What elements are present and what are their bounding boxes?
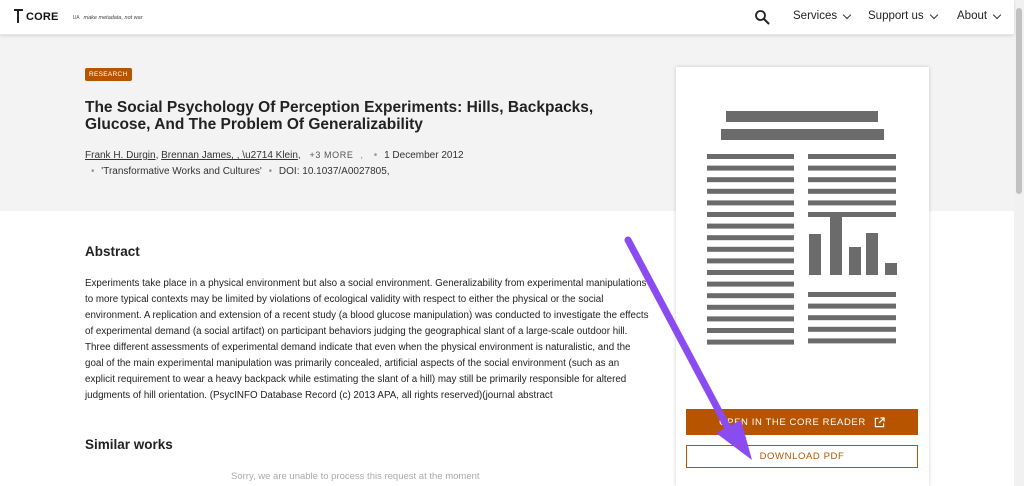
chevron-down-icon: [929, 10, 938, 19]
logo-sub: UA: [72, 15, 80, 21]
nav-about-label: About: [957, 10, 988, 22]
preview-line: [808, 338, 896, 344]
article-title: The Social Psychology Of Perception Expe…: [85, 99, 594, 133]
download-pdf-label: DOWNLOAD PDF: [759, 451, 845, 462]
preview-line: [808, 177, 896, 183]
preview-line: [707, 316, 794, 322]
document-preview-icon: [707, 111, 897, 345]
publication-date: 1 December 2012: [384, 150, 464, 161]
preview-line: [707, 188, 794, 194]
preview-line: [707, 177, 794, 183]
external-link-icon: [874, 416, 885, 427]
separator-dot: •: [373, 150, 378, 161]
more-authors-button[interactable]: +3 MORE: [309, 150, 353, 160]
logo-text: CORE: [26, 10, 59, 23]
chevron-down-icon: [992, 10, 1002, 19]
separator-dot: •: [268, 166, 273, 177]
preview-line: [808, 303, 896, 309]
preview-line: [849, 247, 861, 275]
preview-line: [707, 212, 794, 217]
nav-services-label: Services: [793, 10, 838, 22]
open-in-core-reader-button[interactable]: OPEN IN THE CORE READER: [686, 409, 918, 435]
similar-works-heading: Similar works: [85, 437, 173, 452]
preview-line: [866, 233, 878, 275]
preview-line: [707, 246, 794, 252]
preview-line: [707, 258, 794, 264]
preview-line: [707, 235, 794, 241]
preview-line: [707, 304, 794, 310]
download-pdf-button[interactable]: DOWNLOAD PDF: [686, 445, 918, 468]
preview-line: [808, 326, 896, 332]
separator-dot: ,: [360, 150, 363, 161]
reader-button-label: OPEN IN THE CORE READER: [719, 416, 866, 428]
search-icon[interactable]: [754, 9, 770, 25]
research-badge: RESEARCH: [85, 68, 132, 81]
preview-line: [808, 154, 896, 159]
preview-line: [707, 165, 794, 171]
abstract-heading: Abstract: [85, 244, 140, 259]
preview-line: [707, 270, 794, 275]
preview-line: [707, 339, 794, 345]
top-navigation-bar: CORE UA make metadata, not war Services …: [0, 0, 1014, 35]
separator-dot: •: [91, 166, 95, 177]
preview-line: [808, 315, 896, 321]
preview-line: [808, 292, 896, 297]
similar-works-error: Sorry, we are unable to process this req…: [231, 471, 480, 482]
page: CORE UA make metadata, not war Services …: [0, 0, 1024, 486]
author-link[interactable]: Brennan James, , \u2714 Klein: [161, 150, 298, 161]
preview-line: [808, 188, 896, 194]
chevron-down-icon: [842, 10, 852, 19]
nav-about[interactable]: About: [957, 10, 1002, 22]
logo-tagline: make metadata, not war: [83, 15, 143, 21]
core-logo[interactable]: CORE UA make metadata, not war: [13, 9, 143, 24]
author-link[interactable]: Frank H. Durgin: [85, 150, 156, 161]
preview-line: [707, 328, 794, 333]
preview-line: [885, 263, 897, 275]
preview-line: [809, 234, 821, 275]
preview-line: [808, 212, 896, 217]
article-meta-authors: Frank H. Durgin, Brennan James, , \u2714…: [85, 150, 464, 161]
pdf-preview-card: OPEN IN THE CORE READER DOWNLOAD PDF: [676, 67, 929, 486]
abstract-text: Experiments take place in a physical env…: [85, 278, 649, 401]
nav-services[interactable]: Services: [793, 10, 852, 22]
doi[interactable]: DOI: 10.1037/A0027805: [279, 166, 387, 177]
nav-support-us[interactable]: Support us: [868, 10, 938, 22]
core-logo-icon: [13, 9, 24, 24]
preview-line: [707, 200, 794, 206]
preview-line: [707, 154, 794, 159]
preview-line: [830, 216, 842, 275]
article-meta-journal: • 'Transformative Works and Cultures' • …: [91, 166, 390, 177]
scrollbar-thumb[interactable]: [1016, 8, 1022, 194]
preview-line: [707, 281, 794, 287]
journal-name: 'Transformative Works and Cultures': [101, 166, 262, 177]
preview-line: [808, 165, 896, 171]
preview-line: [808, 200, 896, 206]
nav-support-label: Support us: [868, 10, 924, 22]
preview-line: [707, 293, 794, 299]
preview-line: [707, 223, 794, 229]
